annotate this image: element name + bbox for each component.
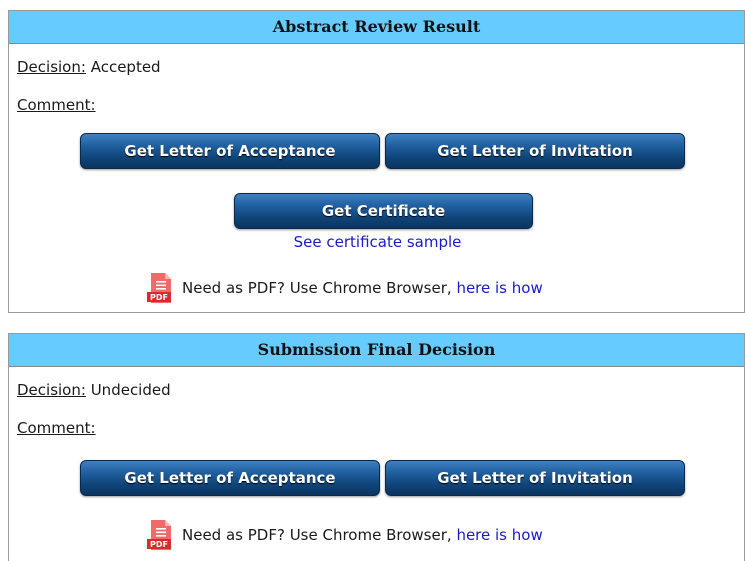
final-decision-value: Undecided xyxy=(90,381,171,399)
review-comment-label: Comment: xyxy=(17,96,96,114)
final-decision-label: Decision: xyxy=(17,381,86,399)
certificate-sample-row: See certificate sample xyxy=(9,232,745,252)
get-certificate-button[interactable]: Get Certificate xyxy=(234,193,533,229)
final-comment-label: Comment: xyxy=(17,419,96,437)
final-here-is-how-link[interactable]: here is how xyxy=(456,526,542,544)
review-comment-row: Comment: xyxy=(17,95,96,115)
review-decision-row: Decision: Accepted xyxy=(17,57,161,77)
pdf-icon: PDF xyxy=(147,520,171,550)
review-decision-value: Accepted xyxy=(90,58,161,76)
final-pdf-hint: PDF Need as PDF? Use Chrome Browser, her… xyxy=(146,519,543,551)
review-letter-of-acceptance-button[interactable]: Get Letter of Acceptance xyxy=(80,133,380,169)
final-letter-of-acceptance-button[interactable]: Get Letter of Acceptance xyxy=(80,460,380,496)
pdf-icon-text: PDF xyxy=(150,540,168,549)
review-pdf-text: Need as PDF? Use Chrome Browser, xyxy=(182,279,452,297)
review-here-is-how-link[interactable]: here is how xyxy=(456,279,542,297)
final-decision-row: Decision: Undecided xyxy=(17,380,171,400)
pdf-icon: PDF xyxy=(147,273,171,303)
pdf-icon-text: PDF xyxy=(150,293,168,302)
submission-final-decision-title: Submission Final Decision xyxy=(9,334,744,367)
submission-final-decision-panel: Submission Final Decision Decision: Unde… xyxy=(8,333,745,561)
abstract-review-panel: Abstract Review Result Decision: Accepte… xyxy=(8,10,745,313)
final-letter-of-invitation-button[interactable]: Get Letter of Invitation xyxy=(385,460,685,496)
abstract-review-title: Abstract Review Result xyxy=(9,11,744,44)
review-pdf-hint: PDF Need as PDF? Use Chrome Browser, her… xyxy=(146,272,543,304)
final-comment-row: Comment: xyxy=(17,418,96,438)
review-decision-label: Decision: xyxy=(17,58,86,76)
certificate-sample-link[interactable]: See certificate sample xyxy=(294,233,462,251)
review-letter-of-invitation-button[interactable]: Get Letter of Invitation xyxy=(385,133,685,169)
final-pdf-text: Need as PDF? Use Chrome Browser, xyxy=(182,526,452,544)
